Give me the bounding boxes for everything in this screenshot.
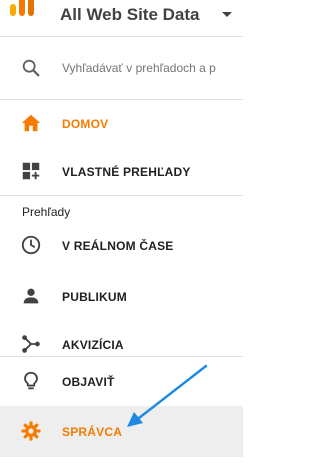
nav-label-audience: PUBLIKUM xyxy=(62,290,127,304)
home-icon xyxy=(21,114,41,132)
discover-divider xyxy=(0,356,243,357)
caret-down-icon[interactable] xyxy=(222,12,232,17)
nav-item-home[interactable]: DOMOV xyxy=(0,104,243,144)
share-icon xyxy=(22,335,40,353)
clock-icon xyxy=(21,235,41,255)
search-input[interactable] xyxy=(62,61,243,75)
nav-item-discover[interactable]: OBJAVIŤ xyxy=(0,362,243,402)
search-icon xyxy=(22,59,40,77)
search-bar[interactable] xyxy=(0,45,243,95)
nav-label-home: DOMOV xyxy=(62,117,109,131)
nav-label-discover: OBJAVIŤ xyxy=(62,375,115,389)
section-divider xyxy=(0,195,243,196)
section-label-reports: Prehľady xyxy=(22,205,71,219)
header-divider xyxy=(0,36,243,37)
nav-item-realtime[interactable]: V REÁLNOM ČASE xyxy=(0,226,243,266)
gear-icon xyxy=(21,421,41,441)
analytics-logo-icon[interactable] xyxy=(8,0,38,18)
nav-label-admin: SPRÁVCA xyxy=(62,425,123,439)
nav-label-realtime: V REÁLNOM ČASE xyxy=(62,239,174,253)
nav-item-custom-reports[interactable]: VLASTNÉ PREHĽADY xyxy=(0,152,243,192)
property-selector[interactable]: All Web Site Data xyxy=(60,5,200,25)
nav-label-custom-reports: VLASTNÉ PREHĽADY xyxy=(62,165,191,179)
app-header: All Web Site Data xyxy=(0,0,243,36)
nav-item-audience[interactable]: PUBLIKUM xyxy=(0,277,243,317)
nav-item-acquisition[interactable]: AKVIZÍCIA xyxy=(0,325,243,365)
dashboard-add-icon xyxy=(22,162,40,180)
search-divider xyxy=(0,99,243,100)
nav-item-admin[interactable]: SPRÁVCA xyxy=(0,406,243,457)
nav-label-acquisition: AKVIZÍCIA xyxy=(62,338,124,352)
lightbulb-icon xyxy=(24,371,38,390)
person-icon xyxy=(23,288,39,304)
